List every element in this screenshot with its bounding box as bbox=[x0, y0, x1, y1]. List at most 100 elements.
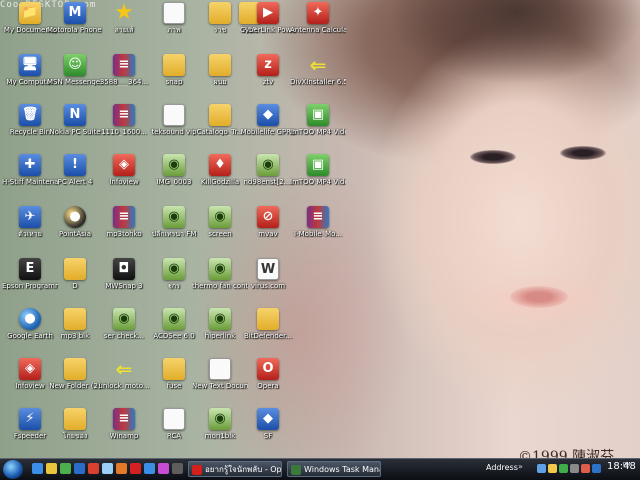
blue-icon: ✈ bbox=[19, 206, 41, 228]
rar-icon: ≡ bbox=[113, 408, 135, 430]
address-bar-label[interactable]: Address bbox=[486, 463, 518, 472]
desktop-icon[interactable]: ≡ Winamp bbox=[96, 408, 152, 458]
tray-icon[interactable] bbox=[559, 464, 568, 473]
acd-icon: ◉ bbox=[257, 154, 279, 176]
desktop-icon[interactable]: โกยของ bbox=[47, 408, 103, 458]
quick-launch-icon[interactable] bbox=[158, 463, 169, 474]
arrow-icon: ⇐ bbox=[309, 53, 327, 77]
quick-launch-icon[interactable] bbox=[46, 463, 57, 474]
taskbar: อยากรู้ใจนักพลับ - Opera Windows Task Ma… bbox=[0, 458, 640, 480]
start-button[interactable] bbox=[3, 460, 23, 479]
folder-icon bbox=[163, 54, 185, 76]
folder-icon bbox=[64, 408, 86, 430]
wallpaper-lips bbox=[510, 286, 568, 308]
blue-icon: ⚡ bbox=[19, 408, 41, 430]
taskbar-button-opera[interactable]: อยากรู้ใจนักพลับ - Opera bbox=[188, 461, 282, 477]
desktop-icon[interactable]: mp3 blk bbox=[47, 308, 103, 358]
desktop-icon[interactable]: ≡ 3588___364... bbox=[96, 54, 152, 104]
dark-icon: E bbox=[19, 258, 41, 280]
red-icon: ◈ bbox=[113, 154, 135, 176]
quick-launch-icon[interactable] bbox=[32, 463, 43, 474]
desktop-icon[interactable]: ◈ Infoview bbox=[96, 154, 152, 204]
acd-icon: ◉ bbox=[113, 308, 135, 330]
desktop-icon-label: ImTOO MP4 Video Co... bbox=[290, 178, 346, 186]
desktop-icon[interactable]: ⊘ mvav bbox=[240, 206, 296, 256]
desktop-icon[interactable]: ✦ Antenna Calculator V4 bbox=[290, 2, 346, 52]
red-icon: ▶ bbox=[257, 2, 279, 24]
desktop-icon-label: MWSnap 3 bbox=[105, 282, 143, 290]
desktop-icon[interactable]: D bbox=[47, 258, 103, 308]
address-bar-chevron[interactable]: » bbox=[518, 462, 523, 471]
desktop-icon-label: nd98enst[2.... bbox=[243, 178, 293, 186]
acd-icon: ◉ bbox=[209, 258, 231, 280]
desktop-icon-label: Nokia PC Suite bbox=[49, 128, 101, 136]
desktop-icon[interactable]: New Folder (2) bbox=[47, 358, 103, 408]
taskbar-button-task-manager[interactable]: Windows Task Manager bbox=[287, 461, 381, 477]
tray-icon[interactable] bbox=[548, 464, 557, 473]
desktop-icon-label: Motorola Phone Tools bbox=[47, 26, 103, 34]
desktop-icon[interactable]: z ztv bbox=[240, 54, 296, 104]
desktop-icon[interactable]: ▣ ImTOO MP4 Video Co... bbox=[290, 154, 346, 204]
clock[interactable]: 18:48 bbox=[607, 461, 636, 472]
desktop-icon[interactable]: ◆ Mobilelife GPRS bbox=[240, 104, 296, 154]
folder-icon bbox=[64, 308, 86, 330]
blue-icon: ! bbox=[64, 154, 86, 176]
quick-launch-icon[interactable] bbox=[130, 463, 141, 474]
quick-launch-icon[interactable] bbox=[60, 463, 71, 474]
desktop[interactable]: Coo DESKTOP.com ©1999 陳淑芬 📁 My Documents M… bbox=[0, 0, 640, 458]
desktop-icon[interactable]: ≡ mp3tohko bbox=[96, 206, 152, 256]
desktop-icon-label: D bbox=[72, 282, 78, 290]
desktop-icon-label: CyberLink PowerDVD bbox=[240, 26, 296, 34]
desktop-icon-label: 1110_1600... bbox=[101, 128, 147, 136]
document-icon bbox=[163, 104, 185, 126]
desktop-icon[interactable]: ⇐DivXInstaller 6.5.exe bbox=[290, 54, 346, 104]
folder-icon bbox=[64, 358, 86, 380]
dark-icon: ◘ bbox=[113, 258, 135, 280]
desktop-icon-label: I-Mobile_Mo... bbox=[294, 230, 342, 238]
desktop-icon[interactable]: N Nokia PC Suite bbox=[47, 104, 103, 154]
document-icon bbox=[209, 358, 231, 380]
desktop-icon[interactable]: O Opera bbox=[240, 358, 296, 408]
desktop-icon[interactable]: BitDefender... bbox=[240, 308, 296, 358]
document-icon bbox=[163, 408, 185, 430]
quick-launch-icon[interactable] bbox=[144, 463, 155, 474]
acd-icon: ◉ bbox=[209, 308, 231, 330]
desktop-icon[interactable]: ◉ nd98enst[2.... bbox=[240, 154, 296, 204]
quick-launch-icon[interactable] bbox=[74, 463, 85, 474]
desktop-icon[interactable]: ▣ ImTOO MP4 Video Co... bbox=[290, 104, 346, 154]
desktop-icon[interactable]: ⇐ unlock_moto... bbox=[96, 358, 152, 408]
tray-icon[interactable] bbox=[592, 464, 601, 473]
desktop-icon[interactable]: M Motorola Phone Tools bbox=[47, 2, 103, 52]
blue-icon: N bbox=[64, 104, 86, 126]
desktop-icon[interactable]: ≡ I-Mobile_Mo... bbox=[290, 206, 346, 256]
desktop-icon[interactable]: Wvirus.com bbox=[240, 258, 296, 308]
desktop-icon[interactable]: ◘ MWSnap 3 bbox=[96, 258, 152, 308]
tray-icon[interactable] bbox=[581, 464, 590, 473]
desktop-icon[interactable]: ≡ 1110_1600... bbox=[96, 104, 152, 154]
desktop-icon[interactable]: ◆ SF bbox=[240, 408, 296, 458]
blue-icon: 🖥 bbox=[19, 54, 41, 76]
desktop-icon-label: ztv bbox=[262, 78, 274, 86]
rar-icon: ≡ bbox=[113, 54, 135, 76]
desktop-icon-label: ImTOO MP4 Video Co... bbox=[290, 128, 346, 136]
desktop-icon[interactable]: ▶ CyberLink PowerDVD bbox=[240, 2, 296, 52]
quick-launch-icon[interactable] bbox=[102, 463, 113, 474]
quick-launch-icon[interactable] bbox=[88, 463, 99, 474]
desktop-icon-label: โกยของ bbox=[62, 432, 88, 440]
quick-launch-icon[interactable] bbox=[172, 463, 183, 474]
desktop-icon-label: Infoview bbox=[109, 178, 139, 186]
desktop-icon[interactable]: ● PointAsia bbox=[47, 206, 103, 256]
desktop-icon[interactable]: ☺ MSN Messenger 7.5 bbox=[47, 54, 103, 104]
green-icon: ☺ bbox=[64, 54, 86, 76]
globe-icon: ● bbox=[19, 308, 41, 330]
desktop-icon[interactable]: ! PC Alert 4 bbox=[47, 154, 103, 204]
red-icon: ♦ bbox=[209, 154, 231, 176]
quick-launch-icon[interactable] bbox=[116, 463, 127, 474]
tray-icon[interactable] bbox=[537, 464, 546, 473]
desktop-icon[interactable]: ◉ ser check... bbox=[96, 308, 152, 358]
acd-icon: ◉ bbox=[163, 206, 185, 228]
folder-icon bbox=[209, 54, 231, 76]
tray-icon[interactable] bbox=[570, 464, 579, 473]
desktop-icon-label: 3588___364... bbox=[99, 78, 149, 86]
desktop-icon[interactable]: ★ ลายเส้ bbox=[96, 2, 152, 52]
